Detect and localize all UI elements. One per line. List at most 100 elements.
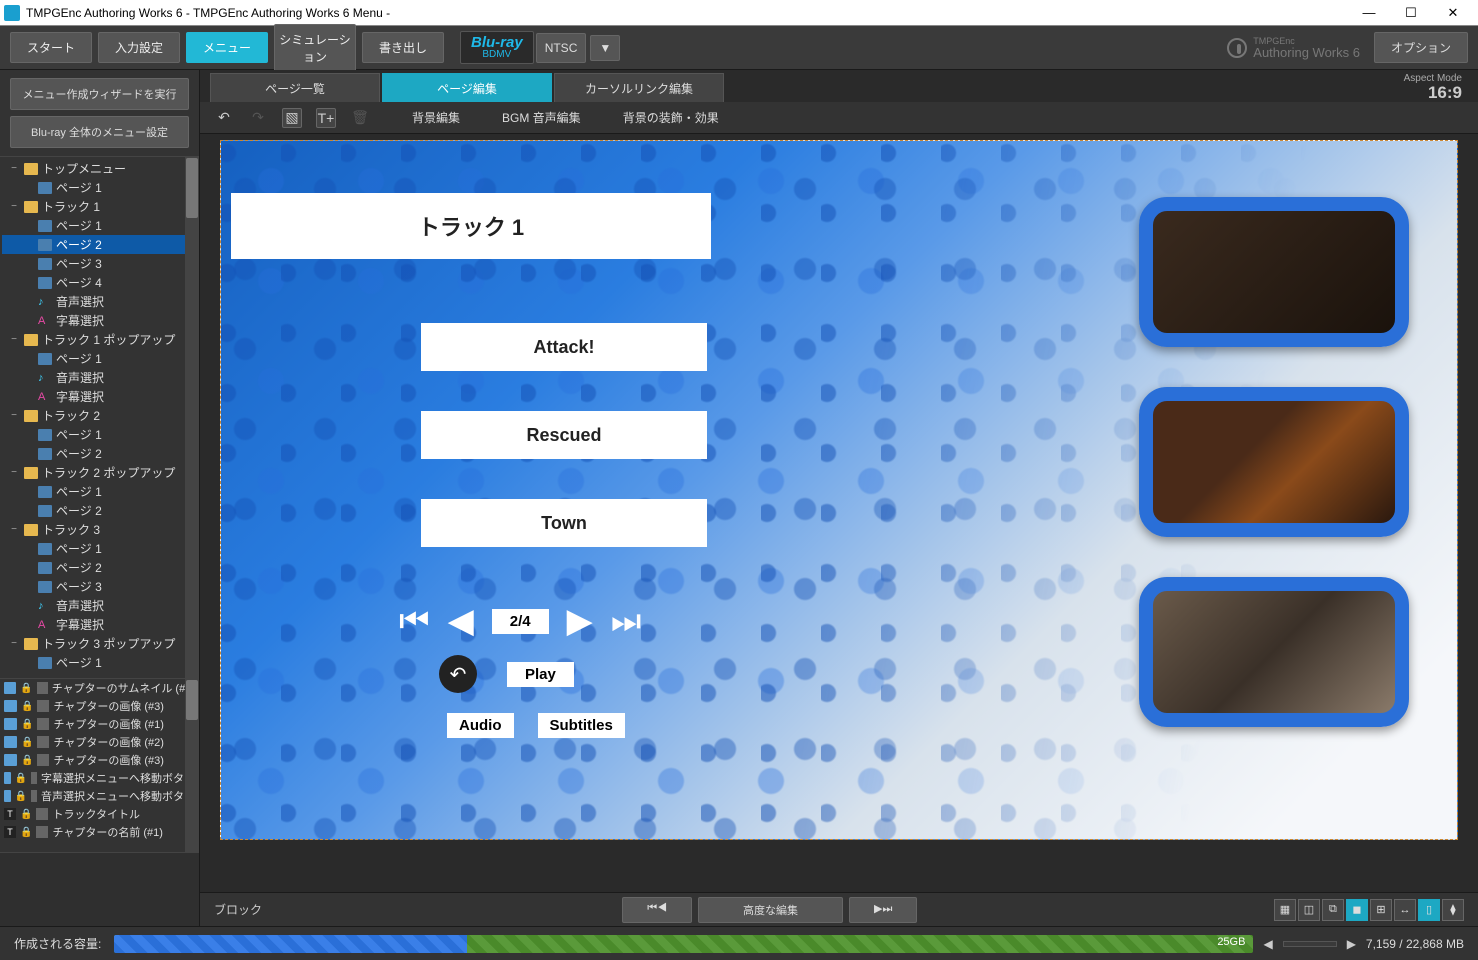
chapter-thumbnail-1[interactable] [1139,197,1409,347]
content-area: ページ一覧 ページ編集 カーソルリンク編集 Aspect Mode 16:9 ↶… [200,70,1478,926]
tree-item[interactable]: ページ 2 [2,444,199,463]
tree-item[interactable]: −トラック 2 [2,406,199,425]
redo-icon[interactable]: ↷ [248,108,268,128]
bg-edit[interactable]: 背景編集 [412,109,460,126]
grid-icon-8[interactable]: ⧫ [1442,899,1464,921]
tree-item[interactable]: −トラック 3 [2,520,199,539]
menu-title[interactable]: トラック 1 [231,193,711,259]
nav-menu[interactable]: メニュー [186,32,268,63]
menu-tree[interactable]: −トップメニューページ 1−トラック 1ページ 1ページ 2ページ 3ページ 4… [0,156,199,678]
element-item[interactable]: 🔒チャプターの画像 (#3) [0,751,199,769]
back-icon[interactable]: ↶ [439,655,477,693]
tree-item[interactable]: ページ 1 [2,178,199,197]
element-list[interactable]: 🔒チャプターのサムネイル (#3)🔒チャプターの画像 (#3)🔒チャプターの画像… [0,678,199,852]
tree-item[interactable]: ページ 2 [2,235,199,254]
grid-icon-6[interactable]: ↔ [1394,899,1416,921]
decor-edit[interactable]: 背景の装飾・効果 [623,109,719,126]
next-icon[interactable]: ▶ [567,601,593,641]
last-icon[interactable]: ⏭ [611,602,642,641]
menu-canvas[interactable]: トラック 1 Attack! Rescued Town ⏮ ◀ 2/4 ▶ ⏭ … [220,140,1458,840]
first-icon[interactable]: ⏮ [399,602,430,641]
add-image-icon[interactable]: ▧ [282,108,302,128]
element-item[interactable]: T🔒チャプターの名前 (#1) [0,823,199,841]
lower-scrollbar[interactable] [185,679,199,852]
tree-item[interactable]: A字幕選択 [2,311,199,330]
tree-item[interactable]: ページ 1 [2,482,199,501]
tree-item[interactable]: A字幕選択 [2,387,199,406]
capacity-right-icon[interactable]: ▶ [1347,937,1356,951]
window-title: TMPGEnc Authoring Works 6 - TMPGEnc Auth… [26,6,1348,20]
grid-icon-1[interactable]: ▦ [1274,899,1296,921]
element-item[interactable]: 🔒チャプターの画像 (#1) [0,715,199,733]
chapter-thumbnail-2[interactable] [1139,387,1409,537]
wizard-button[interactable]: メニュー作成ウィザードを実行 [10,78,189,110]
option-button[interactable]: オプション [1374,32,1468,63]
page-icon [38,353,52,365]
prev-icon[interactable]: ◀ [448,601,474,641]
chapter-button-1[interactable]: Attack! [421,323,707,371]
grid-icon-2[interactable]: ◫ [1298,899,1320,921]
maximize-button[interactable]: ☐ [1390,1,1432,25]
tree-item[interactable]: ページ 1 [2,539,199,558]
edit-mode-label[interactable]: ブロック [214,901,444,918]
nav-output[interactable]: 書き出し [362,32,444,63]
tree-item[interactable]: A字幕選択 [2,615,199,634]
folder-icon [24,524,38,536]
tree-item[interactable]: ページ 4 [2,273,199,292]
next-page-button[interactable]: ▶⏭ [849,897,917,923]
tree-item[interactable]: ♪音声選択 [2,368,199,387]
play-button[interactable]: Play [507,662,574,687]
tree-item[interactable]: ページ 1 [2,349,199,368]
tree-item[interactable]: ページ 1 [2,216,199,235]
element-item[interactable]: 🔒チャプターのサムネイル (#3) [0,679,199,697]
tree-item[interactable]: ♪音声選択 [2,292,199,311]
undo-icon[interactable]: ↶ [214,108,234,128]
tree-item[interactable]: ページ 2 [2,558,199,577]
minimize-button[interactable]: — [1348,1,1390,25]
chapter-thumbnail-3[interactable] [1139,577,1409,727]
grid-icon-5[interactable]: ⊞ [1370,899,1392,921]
nav-simulation[interactable]: シミュレーション [274,24,356,72]
grid-icon-4[interactable]: ◼ [1346,899,1368,921]
tab-page-edit[interactable]: ページ編集 [382,73,552,104]
format-badge[interactable]: Blu-ray BDMV [460,31,534,64]
audio-button[interactable]: Audio [447,713,514,738]
tree-item[interactable]: −トラック 1 ポップアップ [2,330,199,349]
tree-item[interactable]: −トラック 3 ポップアップ [2,634,199,653]
tree-scrollbar[interactable] [185,157,199,678]
tree-item[interactable]: −トラック 2 ポップアップ [2,463,199,482]
prev-page-button[interactable]: ⏮◀ [622,897,692,923]
tree-item[interactable]: −トップメニュー [2,159,199,178]
element-item[interactable]: 🔒音声選択メニューへ移動ボタン [0,787,199,805]
page-indicator[interactable]: 2/4 [492,609,549,634]
chapter-button-2[interactable]: Rescued [421,411,707,459]
tree-item[interactable]: ページ 2 [2,501,199,520]
tree-item[interactable]: ページ 1 [2,653,199,672]
tab-cursor-link[interactable]: カーソルリンク編集 [554,73,724,104]
grid-icon-3[interactable]: ⧉ [1322,899,1344,921]
element-item[interactable]: 🔒チャプターの画像 (#3) [0,697,199,715]
nav-start[interactable]: スタート [10,32,92,63]
tree-item[interactable]: ♪音声選択 [2,596,199,615]
add-text-icon[interactable]: T+ [316,108,336,128]
close-button[interactable]: ✕ [1432,1,1474,25]
tree-item[interactable]: ページ 3 [2,254,199,273]
tree-item[interactable]: −トラック 1 [2,197,199,216]
advanced-edit-button[interactable]: 高度な編集 [698,897,843,923]
tab-page-list[interactable]: ページ一覧 [210,73,380,104]
subtitles-button[interactable]: Subtitles [538,713,625,738]
tree-item[interactable]: ページ 3 [2,577,199,596]
element-item[interactable]: 🔒チャプターの画像 (#2) [0,733,199,751]
nav-input[interactable]: 入力設定 [98,32,180,63]
chapter-button-3[interactable]: Town [421,499,707,547]
grid-icon-7[interactable]: ▯ [1418,899,1440,921]
tree-item[interactable]: ページ 1 [2,425,199,444]
element-item[interactable]: 🔒字幕選択メニューへ移動ボタン [0,769,199,787]
element-label: トラックタイトル [52,806,140,822]
delete-icon[interactable]: 🗑 [350,108,370,128]
format-dropdown[interactable]: ▼ [590,35,620,61]
capacity-left-icon[interactable]: ◀ [1263,937,1272,951]
bgm-edit[interactable]: BGM 音声編集 [502,109,581,126]
element-item[interactable]: T🔒トラックタイトル [0,805,199,823]
global-settings-button[interactable]: Blu-ray 全体のメニュー設定 [10,116,189,148]
